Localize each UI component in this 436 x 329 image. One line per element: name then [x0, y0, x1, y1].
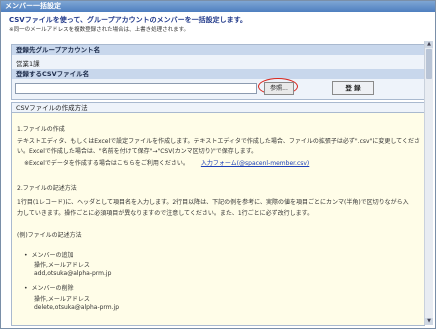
intro-heading: CSVファイルを使って、グループアカウントのメンバーを一括設定します。	[9, 16, 247, 24]
s1-line1: テキストエディタ、もしくはExcelで設定ファイルを作成します。テキストエディタ…	[17, 138, 420, 145]
scroll-up-icon[interactable]: ▲	[425, 41, 433, 48]
scroll-down-icon[interactable]: ▼	[425, 318, 433, 325]
group-value: 営業1課	[16, 60, 40, 68]
ex2-header: 操作,メールアドレス	[34, 296, 90, 303]
csv-file-input[interactable]	[15, 83, 257, 94]
intro-note: ※同一のメールアドレスを複数登録された場合は、上書き処理されます。	[9, 27, 190, 33]
s1-excel-prefix: ※Excelでデータを作成する場合はこちらをご利用ください。	[24, 160, 189, 167]
ex1-value: add,otsuka@alpha-prm.jp	[34, 270, 112, 277]
input-form-link[interactable]: 入力フォーム(@spacenl-member.csv)	[201, 160, 309, 167]
s2-line2: 力していきます。操作ごとに必須項目が異なりますので注意してください。また、1行ご…	[17, 210, 314, 217]
ex1-header: 操作,メールアドレス	[34, 262, 90, 269]
ex2-value: delete,otsuka@alpha-prm.jp	[34, 304, 120, 311]
s2-line1: 1行目(1レコード)に、ヘッダとして項目名を入力します。2行目以降は、下記の例を…	[17, 199, 409, 206]
s1-title: 1.ファイルの作成	[17, 126, 65, 133]
ex1-title: メンバーの追加	[24, 250, 74, 259]
csv-label: 登録するCSVファイル名	[12, 69, 424, 79]
group-label: 登録先グループアカウント名	[12, 45, 424, 55]
window-title: メンバー一括設定	[1, 1, 435, 12]
csv-help-panel: CSVファイルの作成方法 1.ファイルの作成 テキストエディタ、もしくはExce…	[11, 102, 425, 326]
scroll-thumb[interactable]	[426, 49, 432, 79]
upload-form: 登録先グループアカウント名 営業1課 登録するCSVファイル名 参照... 登 …	[11, 44, 425, 100]
window: メンバー一括設定 CSVファイルを使って、グループアカウントのメンバーを一括設定…	[0, 0, 436, 329]
help-header: CSVファイルの作成方法	[12, 103, 424, 113]
vertical-scrollbar[interactable]: ▲ ▼	[424, 41, 433, 325]
register-button[interactable]: 登 録	[332, 81, 374, 95]
ex2-title: メンバーの削除	[24, 283, 74, 292]
s2-title: 2.ファイルの記述方法	[17, 185, 77, 192]
browse-button[interactable]: 参照...	[264, 82, 294, 95]
example-title: (例)ファイルの記述方法	[17, 232, 82, 239]
s1-line2: い。Excelで作成した場合は、"名前を付けて保存"→"CSV(カンマ区切り)"…	[17, 148, 258, 155]
s1-excel-note: ※Excelでデータを作成する場合はこちらをご利用ください。 入力フォーム(@s…	[24, 158, 309, 167]
